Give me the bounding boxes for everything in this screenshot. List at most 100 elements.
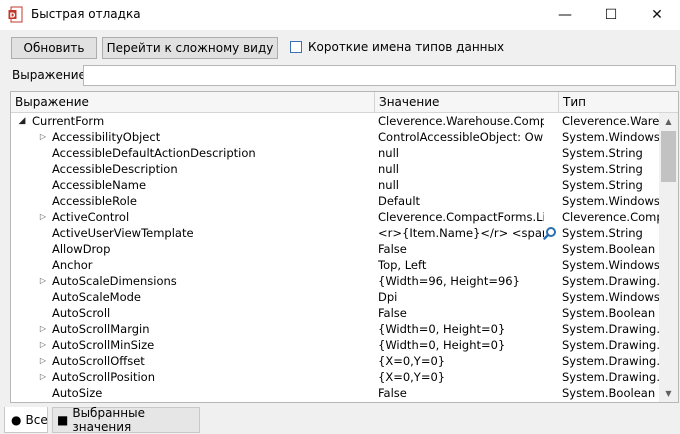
- value-cell: False: [378, 242, 407, 256]
- type-cell: System.String: [562, 146, 643, 160]
- tab-all[interactable]: ● Все: [4, 407, 48, 433]
- table-row[interactable]: AccessibleDefaultActionDescription null Sy…: [11, 145, 659, 161]
- expand-arrow-icon[interactable]: ▷: [38, 369, 48, 385]
- type-cell: System.Drawing.Siz: [562, 338, 659, 352]
- value-cell: {Width=0, Height=0}: [378, 338, 506, 352]
- expand-arrow-icon[interactable]: ▷: [38, 353, 48, 369]
- value-cell: ControlAccessibleObject: Owner...: [378, 130, 544, 144]
- tab-selected-values-icon: ■: [57, 413, 69, 427]
- expression-name: AutoScrollMinSize: [52, 338, 155, 352]
- expression-name: CurrentForm: [32, 114, 105, 128]
- expand-arrow-icon[interactable]: ▷: [38, 129, 48, 145]
- tab-all-label: Все: [25, 412, 48, 427]
- expression-cell: AccessibleName: [11, 177, 375, 193]
- title-bar: D Быстрая отладка — ☐ ✕: [0, 0, 680, 30]
- column-header-value[interactable]: Значение: [375, 92, 559, 112]
- expression-cell: AllowDrop: [11, 241, 375, 257]
- table-row[interactable]: ActiveUserViewTemplate <r>{Item.Name}</r>…: [11, 225, 659, 241]
- table-row[interactable]: ▷ AutoScrollMargin {Width=0, Height=0} Syst…: [11, 321, 659, 337]
- minimize-icon: —: [558, 7, 572, 23]
- table-row[interactable]: ◢ CurrentForm Cleverence.Warehouse.Compact…: [11, 113, 659, 129]
- tab-selected-values-label: Выбранные значения: [72, 406, 145, 434]
- app-icon: D: [8, 6, 23, 23]
- value-cell: <r>{Item.Name}</r> <span s...: [378, 226, 544, 240]
- expression-cell: AutoScroll: [11, 305, 375, 321]
- collapse-arrow-icon[interactable]: ◢: [17, 113, 27, 129]
- expression-cell: AccessibleDescription: [11, 161, 375, 177]
- close-icon: ✕: [651, 7, 663, 23]
- expression-cell: ▷ ActiveControl: [11, 209, 375, 225]
- type-cell: System.Boolean: [562, 386, 656, 400]
- complex-view-button[interactable]: Перейти к сложному виду: [102, 37, 278, 59]
- scroll-down-arrow-icon[interactable]: ▼: [659, 385, 678, 402]
- expression-cell: ActiveUserViewTemplate: [11, 225, 375, 241]
- maximize-button[interactable]: ☐: [588, 0, 634, 30]
- table-row[interactable]: Anchor Top, Left System.Windows.Fo: [11, 257, 659, 273]
- table-row[interactable]: AutoSize False System.Boolean: [11, 385, 659, 401]
- table-row[interactable]: ▷ ActiveControl Cleverence.CompactForms.Li…: [11, 209, 659, 225]
- expression-name: AutoSize: [52, 386, 103, 400]
- expression-cell: ▷ AutoScrollPosition: [11, 369, 375, 385]
- type-cell: System.Windows.Fo: [562, 258, 659, 272]
- debug-grid: Выражение Значение Тип ◢ CurrentForm Cleve…: [10, 91, 679, 403]
- expression-cell: ▷ AutoScrollMinSize: [11, 337, 375, 353]
- value-cell: null: [378, 146, 399, 160]
- value-cell: null: [378, 162, 399, 176]
- type-cell: System.Windows.Fo: [562, 130, 659, 144]
- expression-name: AutoScaleMode: [52, 290, 141, 304]
- window-title: Быстрая отладка: [31, 7, 141, 21]
- maximize-icon: ☐: [604, 7, 618, 23]
- expression-cell: ▷ AccessibilityObject: [11, 129, 375, 145]
- magnifier-icon[interactable]: [543, 226, 557, 240]
- value-cell: Cleverence.CompactForms.ListBox: [378, 210, 544, 224]
- type-cell: System.Windows.Fo: [562, 194, 659, 208]
- expression-cell: ▷ AutoScrollOffset: [11, 353, 375, 369]
- expand-arrow-icon[interactable]: ▷: [38, 209, 48, 225]
- expand-arrow-icon[interactable]: ▷: [38, 337, 48, 353]
- table-row[interactable]: ▷ AutoScaleDimensions {Width=96, Height=96…: [11, 273, 659, 289]
- vertical-scrollbar[interactable]: ▲ ▼: [659, 113, 678, 402]
- minimize-button[interactable]: —: [542, 0, 588, 30]
- short-type-names-checkbox[interactable]: [290, 41, 302, 53]
- table-row[interactable]: AccessibleDescription null System.String: [11, 161, 659, 177]
- table-row[interactable]: AutoScroll False System.Boolean: [11, 305, 659, 321]
- expand-arrow-icon[interactable]: ▷: [38, 321, 48, 337]
- value-cell: {Width=96, Height=96}: [378, 274, 520, 288]
- value-cell: {X=0,Y=0}: [378, 354, 446, 368]
- type-cell: System.String: [562, 178, 643, 192]
- table-row[interactable]: AllowDrop False System.Boolean: [11, 241, 659, 257]
- tab-selected-values[interactable]: ■ Выбранные значения: [52, 406, 200, 434]
- table-row[interactable]: ▷ AutoScrollOffset {X=0,Y=0} System.Drawing…: [11, 353, 659, 369]
- type-cell: System.String: [562, 162, 643, 176]
- table-row[interactable]: AccessibleName null System.String: [11, 177, 659, 193]
- column-header-expression[interactable]: Выражение: [11, 92, 375, 112]
- value-cell: False: [378, 386, 407, 400]
- table-row[interactable]: AutoScaleMode Dpi System.Windows.Fo: [11, 289, 659, 305]
- scrollbar-thumb[interactable]: [661, 131, 676, 182]
- short-type-names-label: Короткие имена типов данных: [308, 40, 505, 54]
- value-cell: Cleverence.Warehouse.Compact...: [378, 114, 544, 128]
- expression-name: AccessibleDefaultActionDescription: [52, 146, 256, 160]
- expression-input[interactable]: [83, 65, 676, 86]
- type-cell: System.Boolean: [562, 242, 656, 256]
- table-row[interactable]: ▷ AutoScrollPosition {X=0,Y=0} System.Drawi…: [11, 369, 659, 385]
- value-cell: {X=0,Y=0}: [378, 370, 446, 384]
- table-row[interactable]: ▷ AutoScrollMinSize {Width=0, Height=0} Sys…: [11, 337, 659, 353]
- type-cell: Cleverence.Wareho: [562, 114, 659, 128]
- type-cell: System.Windows.Fo: [562, 290, 659, 304]
- short-type-names-option[interactable]: Короткие имена типов данных: [290, 40, 504, 54]
- value-cell: False: [378, 306, 407, 320]
- bottom-tabs: ● Все ■ Выбранные значения: [0, 406, 680, 434]
- expression-name: AllowDrop: [52, 242, 111, 256]
- expand-arrow-icon[interactable]: ▷: [38, 273, 48, 289]
- value-cell: Default: [378, 194, 421, 208]
- type-cell: System.Drawing.Siz: [562, 322, 659, 336]
- table-row[interactable]: ▷ AccessibilityObject ControlAccessibleObj…: [11, 129, 659, 145]
- refresh-button[interactable]: Обновить: [11, 37, 97, 59]
- scroll-up-arrow-icon[interactable]: ▲: [659, 113, 678, 130]
- table-row[interactable]: AccessibleRole Default System.Windows.Fo: [11, 193, 659, 209]
- expression-cell: ◢ CurrentForm: [11, 113, 375, 129]
- expression-name: AccessibleDescription: [52, 162, 178, 176]
- column-header-type[interactable]: Тип: [559, 92, 678, 112]
- close-button[interactable]: ✕: [634, 0, 680, 30]
